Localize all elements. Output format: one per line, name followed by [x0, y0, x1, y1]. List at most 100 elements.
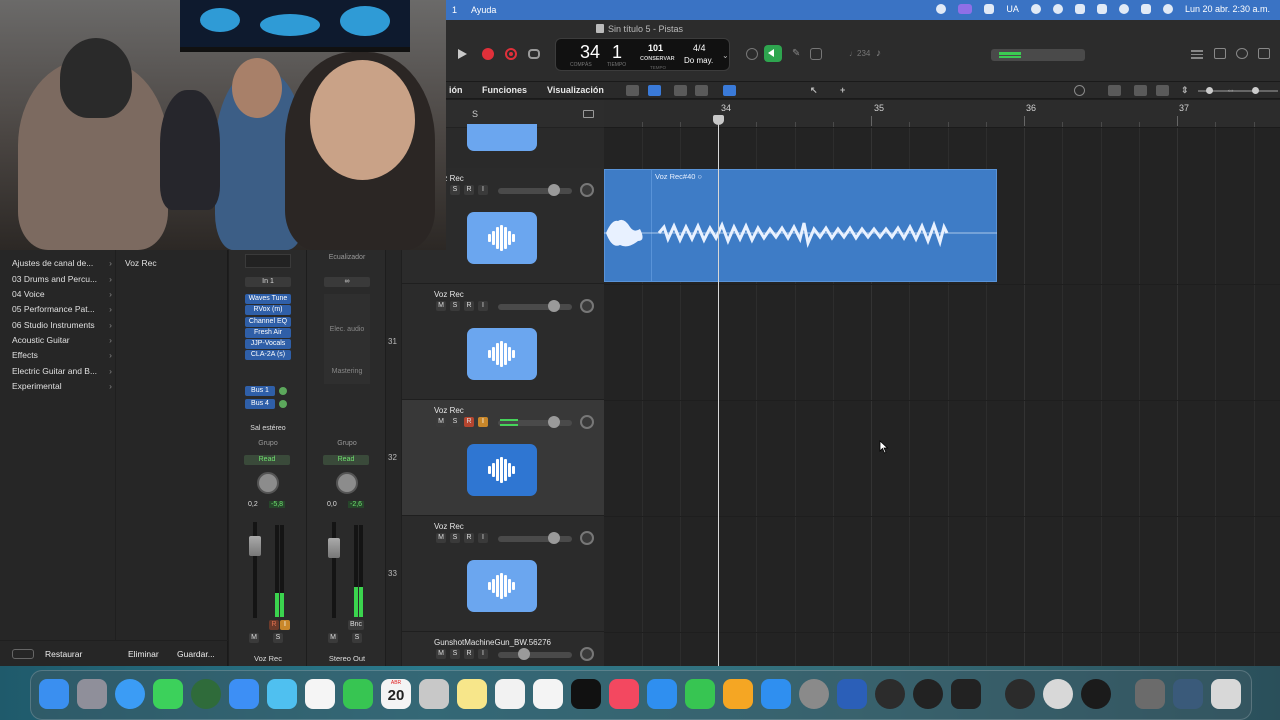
automation-mode[interactable]: Read	[323, 455, 369, 465]
volume-knob[interactable]	[518, 648, 530, 660]
mute-button[interactable]: M	[436, 533, 446, 543]
apple-tv-icon[interactable]	[571, 679, 601, 709]
keynote-icon[interactable]	[647, 679, 677, 709]
clock[interactable]: Lun 20 abr. 2:30 a.m.	[1185, 4, 1270, 14]
waves-central-icon[interactable]	[913, 679, 943, 709]
plugin-slot[interactable]: Channel EQ	[245, 317, 291, 327]
solo-button[interactable]: S	[450, 533, 460, 543]
send-slot[interactable]: Bus 1	[245, 386, 275, 396]
pan-knob[interactable]	[580, 415, 594, 429]
browser-category[interactable]: 04 Voice ›	[12, 289, 112, 299]
solo-button[interactable]: S	[450, 185, 460, 195]
browser-category[interactable]: Experimental ›	[12, 381, 112, 391]
add-track-icon[interactable]	[583, 110, 594, 118]
wifi-icon[interactable]	[1074, 4, 1085, 14]
record-enable-button[interactable]: R	[464, 301, 474, 311]
record-enable-button[interactable]: R	[464, 417, 474, 427]
horizontal-arrows-icon[interactable]: ⇔	[1226, 85, 1239, 96]
tuner-icon[interactable]	[746, 48, 758, 60]
solo-button[interactable]: S	[273, 633, 283, 643]
save-button[interactable]: Guardar...	[177, 649, 215, 659]
playhead[interactable]	[718, 117, 719, 666]
volume-fader[interactable]	[498, 304, 572, 310]
list-icon[interactable]	[648, 85, 661, 96]
vertical-zoom-icon[interactable]	[1134, 85, 1147, 96]
trash-icon[interactable]	[1211, 679, 1241, 709]
capture-app-icon[interactable]	[1005, 679, 1035, 709]
channel-name[interactable]: Stereo Out	[308, 654, 386, 663]
track-name[interactable]: Voz Rec	[434, 406, 464, 415]
global-solo-button[interactable]: S	[472, 109, 478, 119]
record-enable-button[interactable]: R	[269, 620, 279, 630]
automation-icon[interactable]	[674, 85, 687, 96]
browser-category[interactable]: 06 Studio Instruments ›	[12, 320, 112, 330]
record-enable-button[interactable]: R	[464, 185, 474, 195]
pan-knob[interactable]	[580, 647, 594, 661]
search-icon[interactable]	[1118, 4, 1129, 14]
metronome-icon[interactable]: ♪	[876, 48, 888, 60]
slider-knob[interactable]	[1206, 87, 1213, 94]
loop-browser-icon[interactable]	[1236, 48, 1248, 59]
track-name[interactable]: GunshotMachineGun_BW.56276	[434, 638, 551, 647]
volume-fader[interactable]	[249, 536, 261, 556]
notepad-icon[interactable]	[1214, 48, 1226, 59]
mute-button[interactable]: M	[328, 633, 338, 643]
plugin-slot[interactable]: Mastering	[308, 368, 386, 375]
send-level-knob[interactable]	[279, 400, 287, 408]
volume-knob[interactable]	[548, 300, 560, 312]
chevron-down-icon[interactable]: ⌄	[722, 51, 729, 60]
chrome-icon[interactable]	[191, 679, 221, 709]
waveform-zoom-icon[interactable]	[1108, 85, 1121, 96]
pointer-tool-icon[interactable]: ↖	[810, 85, 823, 96]
horizontal-fit-icon[interactable]	[1156, 85, 1169, 96]
mute-button[interactable]: M	[436, 301, 446, 311]
send-slot[interactable]: Bus 4	[245, 399, 275, 409]
time-machine-icon[interactable]	[1052, 4, 1063, 14]
zoom-icon[interactable]	[1074, 85, 1085, 96]
slider-knob[interactable]	[1252, 87, 1259, 94]
freeform-icon[interactable]	[533, 679, 563, 709]
autopunch-icon[interactable]	[810, 48, 822, 60]
volume-fader[interactable]	[328, 538, 340, 558]
simulator-icon[interactable]	[837, 679, 867, 709]
pan-knob[interactable]	[580, 183, 594, 197]
input-monitor-button[interactable]: I	[478, 417, 488, 427]
downloads-stack-icon[interactable]	[1135, 679, 1165, 709]
pages-icon[interactable]	[723, 679, 753, 709]
bounce-button[interactable]: Bnc	[348, 620, 364, 630]
group-slot[interactable]: Grupo	[229, 440, 307, 447]
vertical-arrows-icon[interactable]: ⇕	[1181, 85, 1194, 96]
plugin-slot[interactable]: CLA-2A (s)	[245, 350, 291, 360]
record-enable-button[interactable]: R	[464, 533, 474, 543]
safari-icon[interactable]	[115, 679, 145, 709]
volume-fader[interactable]	[498, 188, 572, 194]
browser-icon[interactable]	[1258, 48, 1270, 59]
volume-fader[interactable]	[498, 652, 572, 658]
count-in-label[interactable]: ♩234	[849, 49, 870, 58]
solo-button[interactable]: S	[450, 417, 460, 427]
list-editors-icon[interactable]	[1191, 48, 1203, 59]
status-icon[interactable]	[936, 4, 947, 14]
launchpad-icon[interactable]	[77, 679, 107, 709]
documents-stack-icon[interactable]	[1173, 679, 1203, 709]
pan-knob[interactable]	[257, 472, 279, 494]
pan-knob[interactable]	[336, 472, 358, 494]
action-menu-icon[interactable]	[12, 649, 34, 659]
browser-category[interactable]: Ajustes de canal de... ›	[12, 258, 112, 268]
logic-pro-icon[interactable]	[951, 679, 981, 709]
solo-button[interactable]: S	[352, 633, 362, 643]
link-icon[interactable]: ∞	[324, 277, 370, 287]
cycle-button[interactable]	[528, 49, 540, 59]
horizontal-zoom-slider[interactable]	[1244, 87, 1278, 94]
arrange-area[interactable]: 34 35 36 37 Voz Rec#40 ○	[604, 100, 1280, 666]
solo-button[interactable]: S	[450, 301, 460, 311]
browser-category[interactable]: Effects ›	[12, 350, 112, 360]
facetime-icon[interactable]	[343, 679, 373, 709]
plugin-slot[interactable]: Waves Tune	[245, 294, 291, 304]
music-icon[interactable]	[609, 679, 639, 709]
volume-knob[interactable]	[548, 416, 560, 428]
plugin-slot[interactable]: JJP-Vocals	[245, 339, 291, 349]
photos-icon[interactable]	[305, 679, 335, 709]
browser-category[interactable]: 05 Performance Pat... ›	[12, 304, 112, 314]
input-monitor-button[interactable]: I	[478, 533, 488, 543]
